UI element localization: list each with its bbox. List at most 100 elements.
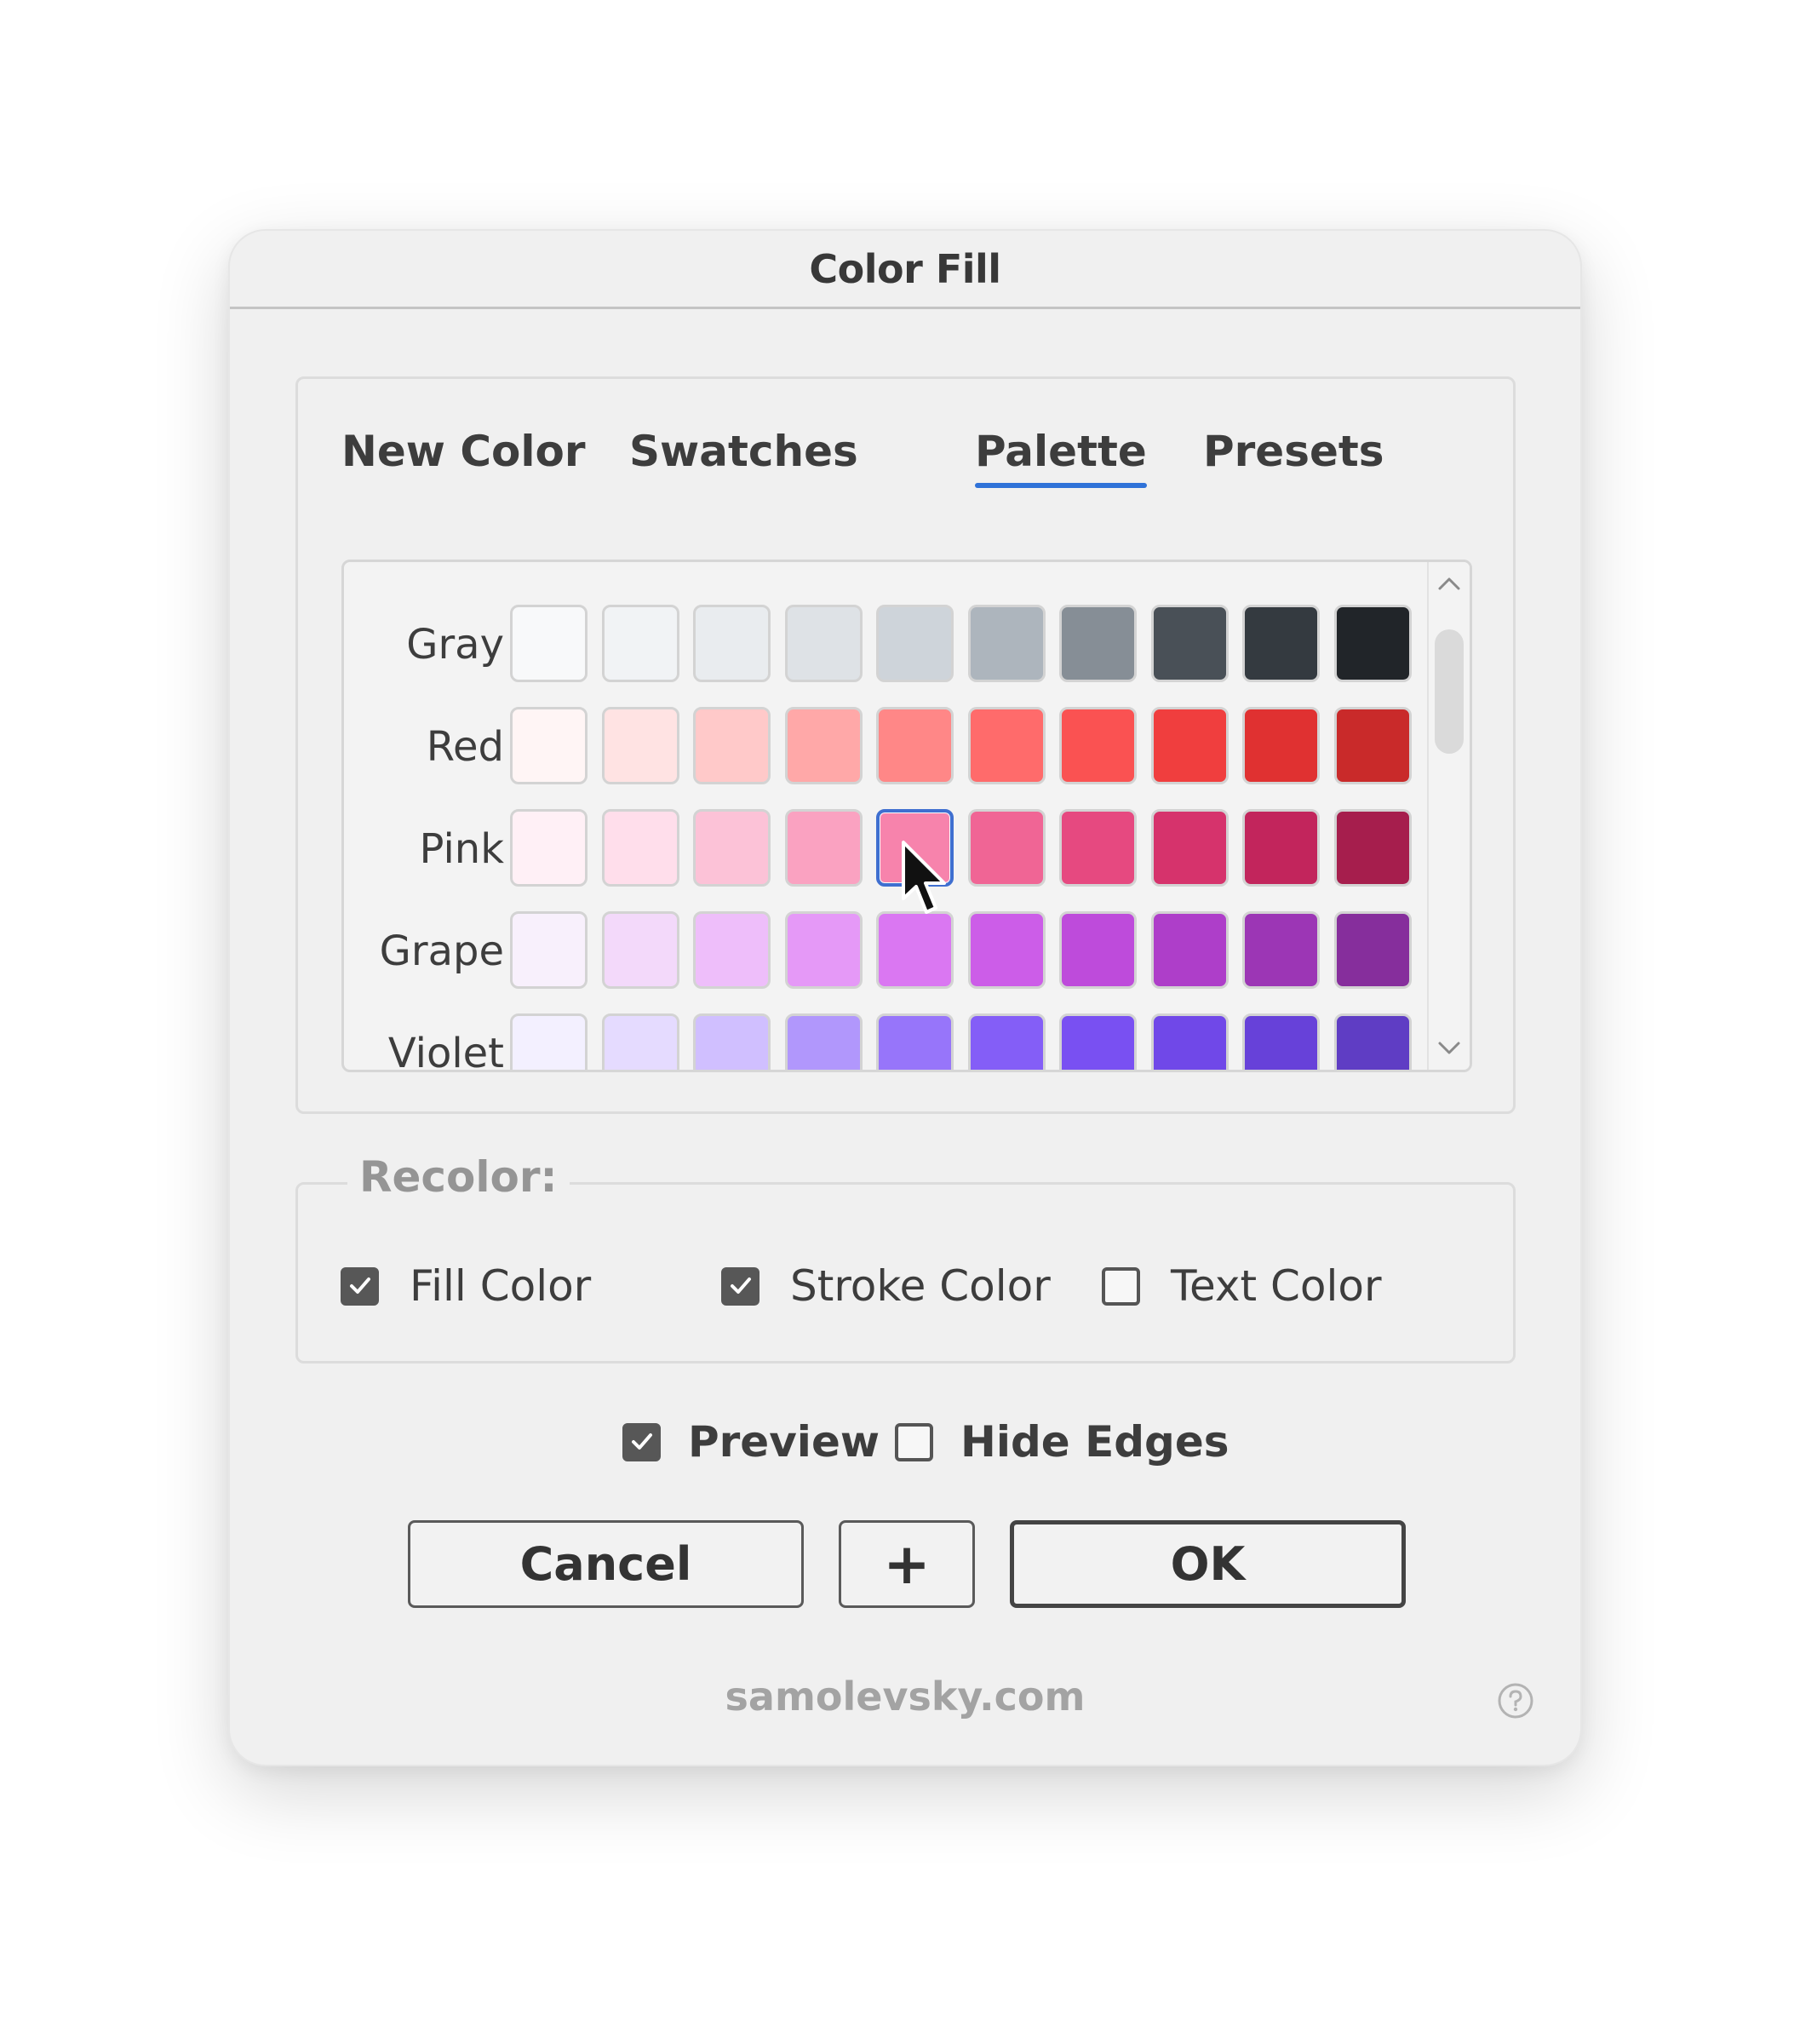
scrollbar-thumb[interactable] xyxy=(1435,629,1464,754)
color-swatch[interactable] xyxy=(784,1013,863,1070)
color-swatch[interactable] xyxy=(601,809,679,887)
color-swatch[interactable] xyxy=(876,707,954,784)
palette-row-violet: Violet xyxy=(344,1013,1430,1070)
color-swatch[interactable] xyxy=(967,707,1046,784)
color-swatch[interactable] xyxy=(1150,707,1229,784)
color-swatch[interactable] xyxy=(510,1013,588,1070)
color-swatch[interactable] xyxy=(601,605,679,682)
color-swatch[interactable] xyxy=(1242,809,1320,887)
color-swatch[interactable] xyxy=(1242,1013,1320,1070)
palette-row-label: Violet xyxy=(387,1030,504,1070)
color-swatch[interactable] xyxy=(1242,707,1320,784)
color-swatch[interactable] xyxy=(1333,911,1412,989)
stroke-color-label: Stroke Color xyxy=(790,1261,1051,1311)
color-swatch[interactable] xyxy=(1242,605,1320,682)
preview-checkbox[interactable] xyxy=(622,1422,661,1461)
color-swatch[interactable] xyxy=(1059,1013,1137,1070)
color-swatch[interactable] xyxy=(876,1013,954,1070)
tab-new-color[interactable]: New Color xyxy=(341,427,586,476)
color-swatch[interactable] xyxy=(601,1013,679,1070)
color-swatch[interactable] xyxy=(1333,809,1412,887)
color-swatch[interactable] xyxy=(1059,707,1137,784)
hide-edges-option[interactable]: Hide Edges xyxy=(895,1417,1229,1467)
preview-option[interactable]: Preview xyxy=(622,1417,880,1467)
tab-presets[interactable]: Presets xyxy=(1203,427,1384,476)
color-swatch[interactable] xyxy=(1150,809,1229,887)
palette-grid-content: Gray Red Pink Grape Violet xyxy=(344,562,1430,1070)
color-swatch[interactable] xyxy=(693,605,771,682)
color-swatch[interactable] xyxy=(693,809,771,887)
palette-row-gray: Gray xyxy=(344,605,1430,685)
palette-row-label: Pink xyxy=(419,825,504,873)
palette-scrollbar[interactable] xyxy=(1427,562,1470,1070)
fill-color-option[interactable]: Fill Color xyxy=(341,1261,591,1311)
color-swatch[interactable] xyxy=(1333,707,1412,784)
palette-grid: Gray Red Pink Grape Violet xyxy=(341,560,1472,1072)
color-swatch[interactable] xyxy=(693,707,771,784)
color-swatch[interactable] xyxy=(967,605,1046,682)
color-swatch[interactable] xyxy=(510,911,588,989)
color-swatch[interactable] xyxy=(1059,605,1137,682)
color-swatch[interactable] xyxy=(1150,911,1229,989)
stroke-color-checkbox[interactable] xyxy=(721,1266,759,1306)
add-button[interactable]: + xyxy=(839,1520,975,1608)
footer-link[interactable]: samolevsky.com xyxy=(230,1674,1580,1720)
palette-row-pink: Pink xyxy=(344,809,1430,889)
color-swatch[interactable] xyxy=(967,911,1046,989)
palette-row-grape: Grape xyxy=(344,911,1430,991)
text-color-label: Text Color xyxy=(1171,1261,1382,1311)
palette-row-red: Red xyxy=(344,707,1430,787)
checkmark-icon xyxy=(631,1433,652,1450)
palette-row-label: Red xyxy=(426,723,504,771)
color-swatch[interactable] xyxy=(784,605,863,682)
color-swatch[interactable] xyxy=(784,911,863,989)
fill-color-checkbox[interactable] xyxy=(341,1266,379,1306)
color-swatch[interactable] xyxy=(510,809,588,887)
color-fill-dialog: Color Fill New Color Swatches Palette Pr… xyxy=(228,229,1582,1766)
preview-label: Preview xyxy=(688,1417,880,1467)
color-swatch[interactable] xyxy=(876,911,954,989)
checkmark-icon xyxy=(730,1278,751,1294)
fill-color-label: Fill Color xyxy=(410,1261,592,1311)
color-swatch[interactable] xyxy=(601,707,679,784)
recolor-legend: Recolor: xyxy=(347,1152,570,1202)
color-swatch[interactable] xyxy=(693,1013,771,1070)
color-swatch[interactable] xyxy=(1059,809,1137,887)
tab-bar: New Color Swatches Palette Presets xyxy=(298,379,1513,507)
dialog-title: Color Fill xyxy=(809,245,1001,292)
tab-palette[interactable]: Palette xyxy=(975,427,1147,488)
checkmark-icon xyxy=(349,1278,370,1294)
color-swatch[interactable] xyxy=(1059,911,1137,989)
tab-swatches[interactable]: Swatches xyxy=(629,427,858,476)
stroke-color-option[interactable]: Stroke Color xyxy=(721,1261,1051,1311)
color-swatch[interactable] xyxy=(1333,1013,1412,1070)
color-swatch[interactable] xyxy=(601,911,679,989)
question-circle-icon[interactable] xyxy=(1497,1682,1534,1720)
cancel-button[interactable]: Cancel xyxy=(408,1520,804,1608)
color-swatch[interactable] xyxy=(510,707,588,784)
color-swatch[interactable] xyxy=(967,1013,1046,1070)
color-swatch-selected[interactable] xyxy=(876,809,954,887)
title-bar[interactable]: Color Fill xyxy=(230,231,1580,309)
hide-edges-checkbox[interactable] xyxy=(895,1422,933,1461)
color-picker-panel: New Color Swatches Palette Presets Gray R… xyxy=(295,376,1516,1114)
color-swatch[interactable] xyxy=(1333,605,1412,682)
text-color-checkbox[interactable] xyxy=(1102,1266,1140,1306)
color-swatch[interactable] xyxy=(967,809,1046,887)
color-swatch[interactable] xyxy=(1150,1013,1229,1070)
color-swatch[interactable] xyxy=(510,605,588,682)
text-color-option[interactable]: Text Color xyxy=(1102,1261,1382,1311)
recolor-group: Recolor: Fill Color Stroke Color Text Co… xyxy=(295,1152,1516,1364)
color-swatch[interactable] xyxy=(693,911,771,989)
color-swatch[interactable] xyxy=(1150,605,1229,682)
color-swatch[interactable] xyxy=(784,809,863,887)
ok-button[interactable]: OK xyxy=(1010,1520,1406,1608)
chevron-up-icon[interactable] xyxy=(1436,571,1463,598)
palette-row-label: Gray xyxy=(406,621,504,669)
chevron-down-icon[interactable] xyxy=(1436,1034,1463,1061)
color-swatch[interactable] xyxy=(1242,911,1320,989)
color-swatch[interactable] xyxy=(876,605,954,682)
hide-edges-label: Hide Edges xyxy=(960,1417,1229,1467)
color-swatch[interactable] xyxy=(784,707,863,784)
palette-row-label: Grape xyxy=(379,927,504,975)
